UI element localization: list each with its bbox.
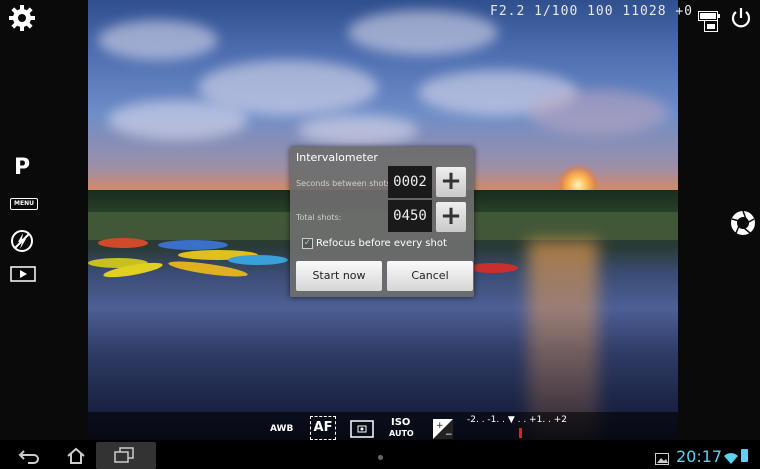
- ev-marker: [519, 428, 522, 438]
- back-icon[interactable]: [18, 448, 40, 468]
- refocus-label: Refocus before every shot: [316, 238, 447, 249]
- ev-scale[interactable]: -2. . -1. . ▼ . . +1. . +2: [467, 415, 567, 425]
- total-shots-label: Total shots:: [296, 213, 342, 222]
- status-battery-icon: [741, 449, 748, 462]
- cancel-button[interactable]: Cancel: [387, 261, 473, 291]
- af-button[interactable]: AF: [310, 416, 336, 440]
- shooting-mode-button[interactable]: P: [14, 155, 30, 180]
- camera-bottom-toolbar: [88, 412, 678, 442]
- recent-apps-button[interactable]: [96, 442, 156, 469]
- battery-icon: [698, 6, 720, 21]
- playback-icon[interactable]: [10, 266, 36, 282]
- iso-label[interactable]: ISO: [391, 418, 410, 428]
- page-dot: [378, 455, 383, 460]
- left-control-bar: [0, 0, 88, 440]
- exposure-readout: F2.2 1/100 100 11028 +0: [490, 4, 694, 19]
- clock: 20:17: [676, 447, 723, 466]
- home-icon[interactable]: [66, 447, 86, 469]
- dialog-title: Intervalometer: [296, 151, 378, 164]
- ev-compensation-icon[interactable]: + −: [432, 418, 454, 440]
- start-now-button[interactable]: Start now: [296, 261, 382, 291]
- settings-gear-icon[interactable]: [8, 4, 36, 32]
- gallery-icon[interactable]: [655, 450, 669, 469]
- seconds-plus-button[interactable]: +: [436, 167, 466, 197]
- power-icon[interactable]: [730, 7, 752, 29]
- metering-icon[interactable]: [350, 420, 374, 438]
- intervalometer-dialog: Intervalometer Seconds between shots: 00…: [290, 147, 474, 297]
- wifi-icon: [724, 450, 738, 469]
- sdcard-icon: [704, 17, 718, 32]
- seconds-value[interactable]: 0002: [388, 166, 432, 198]
- refocus-checkbox[interactable]: ✓: [302, 238, 313, 249]
- shutter-icon[interactable]: [730, 210, 756, 236]
- total-shots-value[interactable]: 0450: [388, 200, 432, 232]
- iso-value[interactable]: AUTO: [389, 429, 414, 438]
- svg-text:+: +: [436, 421, 444, 431]
- menu-icon[interactable]: MENU: [10, 198, 38, 210]
- total-shots-plus-button[interactable]: +: [436, 202, 466, 232]
- flash-off-icon[interactable]: [10, 229, 34, 253]
- svg-text:−: −: [445, 430, 453, 440]
- seconds-label: Seconds between shots:: [296, 179, 394, 188]
- awb-button[interactable]: AWB: [270, 424, 293, 434]
